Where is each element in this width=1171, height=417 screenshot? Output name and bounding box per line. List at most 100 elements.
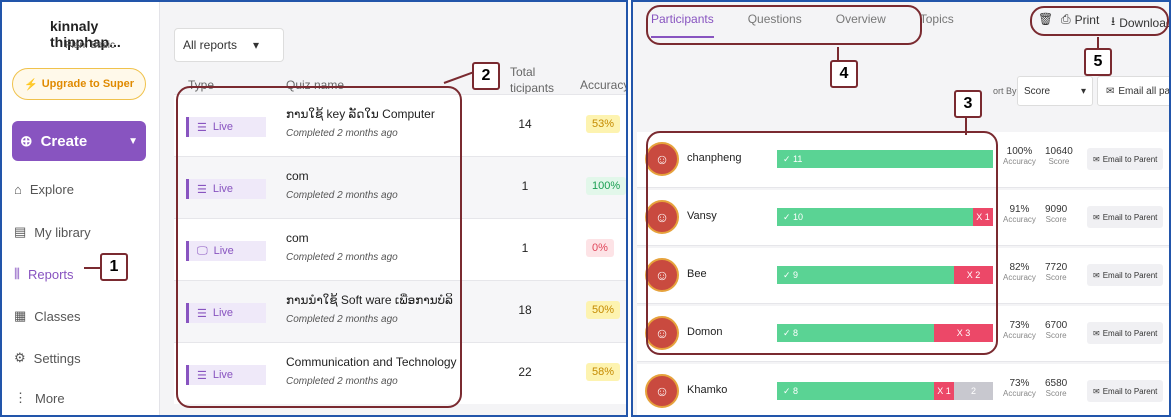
score-stat: 9090 Score (1045, 204, 1067, 224)
callout-ring-participants (646, 131, 998, 355)
email-all-label: Email all paren (1118, 85, 1171, 97)
col-accuracy: Accuracy (580, 78, 628, 92)
callout-3: 3 (954, 90, 982, 118)
accuracy-label: Accuracy (1003, 273, 1036, 282)
library-icon: ▤ (14, 224, 27, 239)
email-parent-label: Email to Parent (1102, 270, 1158, 280)
avatar: ☺ (645, 374, 679, 408)
score-label: Score (1045, 215, 1067, 224)
total-participants: 1 (521, 241, 529, 255)
accuracy-badge: 100% (586, 177, 626, 195)
sidebar-item-label: Explore (29, 182, 74, 197)
unanswered-segment: 2 (954, 382, 993, 400)
total-participants: 14 (518, 117, 532, 131)
settings-icon: ⚙ (14, 350, 26, 365)
email-to-parent-button[interactable]: ✉ Email to Parent (1087, 322, 1163, 344)
correct-segment: ✓ 8 (777, 382, 934, 400)
accuracy-stat: 73% Accuracy (1003, 320, 1036, 340)
sidebar-item-more[interactable]: ⋮ More (14, 390, 65, 406)
total-participants: 18 (518, 303, 532, 317)
sidebar-item-label: More (35, 390, 65, 406)
envelope-icon: ✉ (1093, 154, 1100, 164)
more-options-icon[interactable]: ⋮ (1167, 324, 1169, 341)
callout-ring-quiz-list (176, 86, 462, 408)
sidebar-item-label: Reports (27, 266, 74, 282)
total-participants: 1 (521, 179, 529, 193)
accuracy-stat: 82% Accuracy (1003, 262, 1036, 282)
score-label: Score (1048, 157, 1070, 166)
sidebar-item-settings[interactable]: ⚙ Settings (14, 350, 81, 366)
caret-down-icon: ▾ (253, 38, 260, 52)
envelope-icon: ✉ (1093, 386, 1100, 396)
accuracy-badge: 58% (586, 363, 621, 381)
callout-5: 5 (1084, 48, 1112, 76)
email-all-parents-button[interactable]: ✉Email all paren (1097, 76, 1171, 106)
create-label: Create (40, 132, 88, 150)
callout-line-3 (965, 117, 967, 135)
accuracy-stat: 91% Accuracy (1003, 204, 1036, 224)
score-stat: 7720 Score (1045, 262, 1067, 282)
more-options-icon[interactable]: ⋮ (1167, 382, 1169, 399)
sort-value: Score (1024, 85, 1051, 97)
more-icon: ⋮ (14, 390, 27, 405)
caret-down-icon: ▼ (128, 135, 138, 147)
email-parent-label: Email to Parent (1102, 212, 1158, 222)
sidebar-item-label: My library (34, 224, 91, 240)
score-stat: 6700 Score (1045, 320, 1067, 340)
accuracy-label: Accuracy (1003, 389, 1036, 398)
screenshot-composite: kinnaly thipphap... Plan: Basic ⚡ Upgrade… (0, 0, 1171, 417)
col-total: Total ticipants (510, 65, 555, 95)
callout-line-4 (837, 47, 839, 61)
accuracy-label: Accuracy (1003, 215, 1036, 224)
create-button[interactable]: ⊕ Create ▼ (12, 121, 146, 161)
sidebar-item-my-library[interactable]: ▤ My library (14, 224, 91, 240)
score-value: 10640 (1045, 146, 1073, 157)
accuracy-badge: 0% (586, 239, 614, 257)
sort-select[interactable]: Score ▾ (1017, 76, 1093, 106)
email-parent-label: Email to Parent (1102, 154, 1158, 164)
participant-name[interactable]: Khamko (687, 384, 727, 396)
email-to-parent-button[interactable]: ✉ Email to Parent (1087, 380, 1163, 402)
score-value: 6700 (1045, 320, 1068, 331)
callout-2: 2 (472, 62, 500, 90)
upgrade-button[interactable]: ⚡ Upgrade to Super (12, 68, 146, 100)
sidebar-item-classes[interactable]: ▦ Classes (14, 308, 81, 324)
report-filter-select[interactable]: All reports ▾ (174, 28, 284, 62)
email-to-parent-button[interactable]: ✉ Email to Parent (1087, 206, 1163, 228)
score-label: Score (1045, 389, 1067, 398)
sidebar-item-label: Classes (34, 308, 81, 324)
filter-value: All reports (183, 38, 238, 52)
explore-icon: ⌂ (14, 182, 22, 197)
caret-down-icon: ▾ (1080, 85, 1086, 97)
score-value: 9090 (1045, 204, 1068, 215)
reports-icon: ⫼ (14, 266, 20, 281)
accuracy-label: Accuracy (1003, 331, 1036, 340)
sidebar-item-reports[interactable]: ⫼ Reports (14, 266, 74, 282)
accuracy-value: 82% (1009, 262, 1030, 273)
envelope-icon: ✉ (1093, 212, 1100, 222)
accuracy-stat: 100% Accuracy (1003, 146, 1036, 166)
more-options-icon[interactable]: ⋮ (1167, 208, 1169, 225)
email-parent-label: Email to Parent (1102, 328, 1158, 338)
upgrade-label: Upgrade to Super (41, 78, 134, 90)
accuracy-value: 73% (1009, 320, 1030, 331)
accuracy-value: 100% (1006, 146, 1033, 157)
score-label: Score (1045, 331, 1067, 340)
more-options-icon[interactable]: ⋮ (1167, 150, 1169, 167)
accuracy-stat: 73% Accuracy (1003, 378, 1036, 398)
tab-topics[interactable]: Topics (920, 12, 954, 38)
email-to-parent-button[interactable]: ✉ Email to Parent (1087, 264, 1163, 286)
sidebar-item-explore[interactable]: ⌂ Explore (14, 182, 74, 197)
sidebar: kinnaly thipphap... Plan: Basic ⚡ Upgrade… (2, 2, 160, 415)
participant-row[interactable]: ☺ Khamko ✓ 8 X 1 2 73% Accuracy 6580 Score… (637, 364, 1169, 415)
user-plan: Plan: Basic (65, 40, 116, 51)
email-to-parent-button[interactable]: ✉ Email to Parent (1087, 148, 1163, 170)
email-parent-label: Email to Parent (1102, 386, 1158, 396)
accuracy-badge: 53% (586, 115, 621, 133)
answer-bar: ✓ 8 X 1 2 (777, 382, 993, 400)
callout-line-1 (84, 267, 100, 269)
accuracy-value: 91% (1009, 204, 1030, 215)
lightning-icon: ⚡ (24, 78, 38, 91)
more-options-icon[interactable]: ⋮ (1167, 266, 1169, 283)
score-stat: 10640 Score (1045, 146, 1073, 166)
